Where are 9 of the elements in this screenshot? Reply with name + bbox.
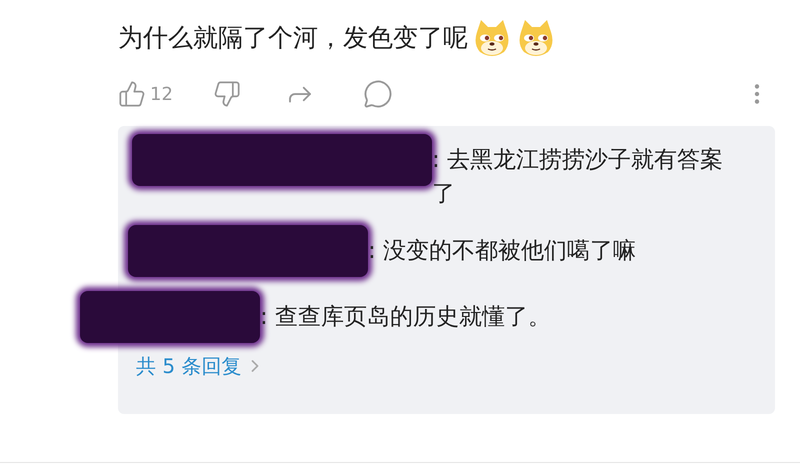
reply-icon[interactable] <box>362 79 393 109</box>
thumbs-down-icon[interactable] <box>212 80 241 108</box>
comment-text: 为什么就隔了个河，发色变了呢 <box>118 22 468 54</box>
like-button[interactable]: 12 <box>118 80 173 108</box>
thumbs-up-icon <box>118 80 146 108</box>
reply-text: : 查查库页岛的历史就懂了。 <box>260 303 552 332</box>
more-replies-link[interactable]: 共 5 条回复 <box>136 351 755 381</box>
reply-text: : 去黑龙江捞捞沙子就有答案了 <box>432 146 724 209</box>
reply-text: : 没变的不都被他们噶了嘛 <box>368 237 636 266</box>
